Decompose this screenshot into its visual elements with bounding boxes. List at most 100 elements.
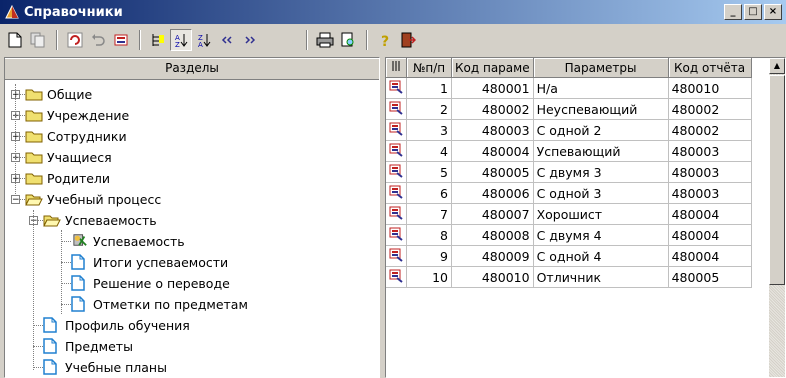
help-icon[interactable]: ? <box>374 29 396 51</box>
cell-parameter[interactable]: Хорошист <box>533 203 669 225</box>
cell-parameter[interactable]: Успевающий <box>533 140 669 162</box>
row-edit-icon[interactable] <box>386 140 407 162</box>
folder-icon <box>25 89 43 101</box>
sort-asc-icon[interactable]: AZ <box>170 29 192 51</box>
cell-param-code[interactable]: 480009 <box>451 245 534 267</box>
cell-number[interactable]: 5 <box>406 161 452 183</box>
row-edit-icon[interactable] <box>386 77 407 99</box>
sort-desc-icon[interactable]: ZA <box>193 29 215 51</box>
cell-report-code[interactable]: 480005 <box>668 266 752 288</box>
close-button[interactable]: × <box>764 4 782 20</box>
next-icon[interactable] <box>239 29 261 51</box>
row-edit-icon[interactable] <box>386 119 407 141</box>
table-row[interactable]: 10 480010 Отличник 480005 <box>386 266 752 288</box>
cell-report-code[interactable]: 480004 <box>668 203 752 225</box>
tree-item[interactable]: + Сотрудники <box>5 126 379 147</box>
table-row[interactable]: 5 480005 С двумя 3 480003 <box>386 161 752 183</box>
cell-number[interactable]: 2 <box>406 98 452 120</box>
svg-text:?: ? <box>381 34 389 48</box>
cell-parameter[interactable]: Неуспевающий <box>533 98 669 120</box>
tree-item[interactable]: − Успеваемость <box>5 210 379 231</box>
refresh-icon[interactable] <box>64 29 86 51</box>
cell-report-code[interactable]: 480003 <box>668 161 752 183</box>
cell-parameter[interactable]: С одной 2 <box>533 119 669 141</box>
column-header-param-code[interactable]: Код параме <box>451 58 534 78</box>
cell-parameter[interactable]: Н/а <box>533 77 669 99</box>
table-row[interactable]: 2 480002 Неуспевающий 480002 <box>386 98 752 120</box>
cell-param-code[interactable]: 480002 <box>451 98 534 120</box>
cell-parameter[interactable]: С одной 3 <box>533 182 669 204</box>
prev-icon[interactable] <box>216 29 238 51</box>
cell-parameter[interactable]: С одной 4 <box>533 245 669 267</box>
cell-parameter[interactable]: Отличник <box>533 266 669 288</box>
sections-header[interactable]: Разделы <box>5 58 379 80</box>
cell-report-code[interactable]: 480002 <box>668 119 752 141</box>
tree-item[interactable]: + Родители <box>5 168 379 189</box>
tree-item[interactable]: − Учебный процесс <box>5 189 379 210</box>
select-all-header[interactable] <box>386 58 407 78</box>
cell-report-code[interactable]: 480010 <box>668 77 752 99</box>
cell-number[interactable]: 6 <box>406 182 452 204</box>
table-row[interactable]: 7 480007 Хорошист 480004 <box>386 203 752 225</box>
scroll-up-button[interactable]: ▲ <box>769 58 785 74</box>
row-edit-icon[interactable] <box>386 266 407 288</box>
cell-number[interactable]: 10 <box>406 266 452 288</box>
cell-param-code[interactable]: 480004 <box>451 140 534 162</box>
minimize-button[interactable]: _ <box>724 4 742 20</box>
cell-number[interactable]: 3 <box>406 119 452 141</box>
column-header-report-code[interactable]: Код отчёта <box>668 58 752 78</box>
cell-parameter[interactable]: С двумя 3 <box>533 161 669 183</box>
cell-number[interactable]: 9 <box>406 245 452 267</box>
print-icon[interactable] <box>314 29 336 51</box>
copy-icon[interactable] <box>27 29 49 51</box>
cell-param-code[interactable]: 480001 <box>451 77 534 99</box>
tree-item[interactable]: + Общие <box>5 84 379 105</box>
table-row[interactable]: 8 480008 С двумя 4 480004 <box>386 224 752 246</box>
cell-param-code[interactable]: 480005 <box>451 161 534 183</box>
cell-report-code[interactable]: 480003 <box>668 182 752 204</box>
row-edit-icon[interactable] <box>386 245 407 267</box>
tree-item[interactable]: Предметы <box>5 336 379 357</box>
table-row[interactable]: 1 480001 Н/а 480010 <box>386 77 752 99</box>
cell-report-code[interactable]: 480002 <box>668 98 752 120</box>
cell-report-code[interactable]: 480004 <box>668 224 752 246</box>
table-row[interactable]: 3 480003 С одной 2 480002 <box>386 119 752 141</box>
row-edit-icon[interactable] <box>386 224 407 246</box>
row-edit-icon[interactable] <box>386 182 407 204</box>
row-edit-icon[interactable] <box>386 203 407 225</box>
cell-number[interactable]: 7 <box>406 203 452 225</box>
cell-param-code[interactable]: 480007 <box>451 203 534 225</box>
preview-icon[interactable] <box>337 29 359 51</box>
vertical-scrollbar[interactable]: ▲ <box>769 58 785 377</box>
cell-report-code[interactable]: 480003 <box>668 140 752 162</box>
table-row[interactable]: 9 480009 С одной 4 480004 <box>386 245 752 267</box>
tree-item[interactable]: Профиль обучения <box>5 315 379 336</box>
maximize-button[interactable]: □ <box>744 4 762 20</box>
tree-item[interactable]: + Учащиеся <box>5 147 379 168</box>
tree-connector <box>33 346 43 347</box>
column-header-number[interactable]: №п/п <box>406 58 452 78</box>
cell-parameter[interactable]: С двумя 4 <box>533 224 669 246</box>
tree-icon[interactable] <box>147 29 169 51</box>
scroll-thumb[interactable] <box>769 75 785 285</box>
undo-icon[interactable] <box>87 29 109 51</box>
row-edit-icon[interactable] <box>386 98 407 120</box>
cell-report-code[interactable]: 480004 <box>668 245 752 267</box>
collapse-icon[interactable]: − <box>11 195 20 205</box>
edit-icon[interactable] <box>110 29 132 51</box>
cell-param-code[interactable]: 480010 <box>451 266 534 288</box>
table-row[interactable]: 6 480006 С одной 3 480003 <box>386 182 752 204</box>
cell-param-code[interactable]: 480008 <box>451 224 534 246</box>
row-edit-icon[interactable] <box>386 161 407 183</box>
exit-icon[interactable] <box>397 29 419 51</box>
cell-param-code[interactable]: 480003 <box>451 119 534 141</box>
cell-number[interactable]: 8 <box>406 224 452 246</box>
tree-item[interactable]: + Учреждение <box>5 105 379 126</box>
tree-item[interactable]: Учебные планы <box>5 357 379 377</box>
cell-number[interactable]: 1 <box>406 77 452 99</box>
cell-number[interactable]: 4 <box>406 140 452 162</box>
new-doc-icon[interactable] <box>4 29 26 51</box>
table-row[interactable]: 4 480004 Успевающий 480003 <box>386 140 752 162</box>
cell-param-code[interactable]: 480006 <box>451 182 534 204</box>
column-header-parameters[interactable]: Параметры <box>533 58 669 78</box>
